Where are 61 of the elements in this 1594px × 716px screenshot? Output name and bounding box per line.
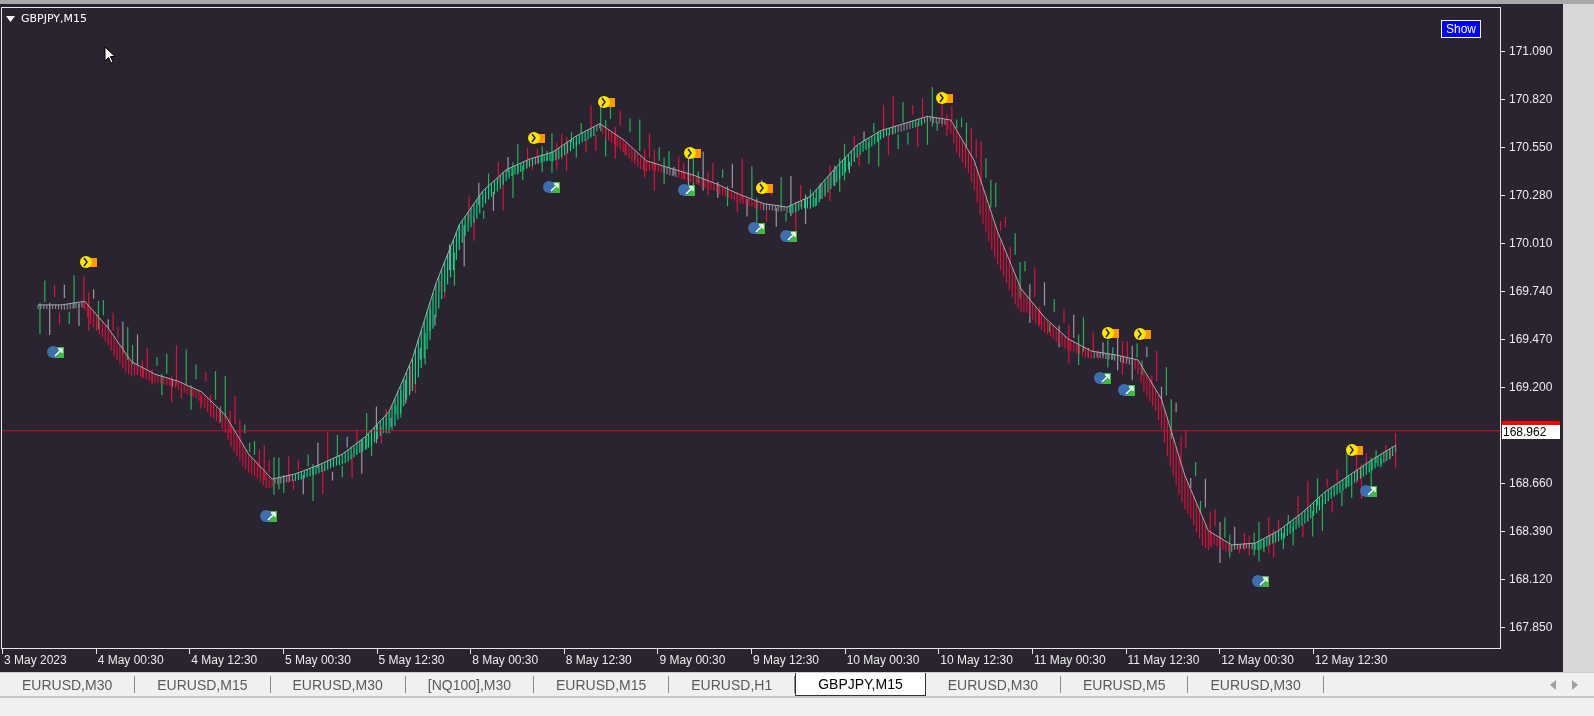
chart-tab[interactable]: EURUSD,M30 bbox=[0, 676, 136, 693]
chart-tab[interactable]: EURUSD,M30 bbox=[1188, 676, 1324, 693]
price-axis-label: 169.470 bbox=[1509, 332, 1553, 347]
price-axis-label: 168.660 bbox=[1509, 476, 1553, 491]
chart-tab[interactable]: GBPJPY,M15 bbox=[795, 673, 926, 696]
dropdown-triangle-icon[interactable] bbox=[6, 15, 15, 22]
time-axis-label: 5 May 00:30 bbox=[284, 653, 351, 667]
price-axis-label: 168.120 bbox=[1509, 572, 1553, 587]
mouse-cursor-icon bbox=[104, 46, 116, 64]
time-axis-label: 11 May 12:30 bbox=[1127, 653, 1200, 667]
arrow-icon bbox=[748, 222, 765, 234]
price-axis-label: 169.200 bbox=[1509, 380, 1553, 395]
signal-icon bbox=[1102, 327, 1119, 339]
show-button[interactable]: Show bbox=[1440, 20, 1481, 38]
arrow-icon bbox=[47, 346, 64, 358]
price-axis-label: 167.850 bbox=[1509, 620, 1553, 635]
signal-icon bbox=[936, 92, 953, 104]
signal-icon bbox=[684, 147, 701, 159]
time-axis-label: 12 May 00:30 bbox=[1221, 653, 1294, 667]
price-axis-label: 170.820 bbox=[1509, 92, 1553, 107]
arrow-icon bbox=[1094, 372, 1111, 384]
arrow-icon bbox=[1252, 575, 1269, 587]
arrow-icon bbox=[780, 230, 797, 242]
time-axis-label: 4 May 00:30 bbox=[97, 653, 164, 667]
time-axis-label: 10 May 12:30 bbox=[940, 653, 1013, 667]
time-axis-label: 11 May 00:30 bbox=[1033, 653, 1106, 667]
time-axis-label: 3 May 2023 bbox=[4, 653, 67, 667]
time-axis-label: 8 May 12:30 bbox=[565, 653, 632, 667]
time-axis-label: 5 May 12:30 bbox=[378, 653, 445, 667]
price-axis-label: 168.390 bbox=[1509, 524, 1553, 539]
chart-tab[interactable]: [NQ100],M30 bbox=[405, 676, 534, 693]
signal-icon bbox=[1346, 444, 1363, 456]
time-axis-label: 4 May 12:30 bbox=[191, 653, 258, 667]
time-axis-label: 12 May 12:30 bbox=[1314, 653, 1388, 667]
price-axis-label: 170.550 bbox=[1509, 140, 1553, 155]
signal-icon bbox=[80, 256, 97, 268]
price-axis-label: 170.010 bbox=[1509, 236, 1553, 251]
signal-icon bbox=[598, 96, 615, 108]
chart-tab[interactable]: EURUSD,M30 bbox=[925, 676, 1061, 693]
signal-icon bbox=[756, 182, 773, 194]
arrow-icon bbox=[260, 510, 277, 522]
time-axis-label: 9 May 12:30 bbox=[753, 653, 820, 667]
chart-tab[interactable]: EURUSD,M15 bbox=[534, 676, 670, 693]
chart-tab[interactable]: EURUSD,M5 bbox=[1061, 676, 1189, 693]
scroll-left-icon[interactable] bbox=[1550, 679, 1556, 690]
time-axis-label: 9 May 00:30 bbox=[659, 653, 726, 667]
price-axis-label: 169.740 bbox=[1509, 284, 1553, 299]
arrow-icon bbox=[678, 184, 695, 196]
scroll-right-icon[interactable] bbox=[1572, 679, 1578, 690]
price-axis-label: 171.090 bbox=[1509, 44, 1553, 59]
arrow-icon bbox=[1360, 485, 1377, 497]
chart-tab[interactable]: EURUSD,M30 bbox=[270, 676, 406, 693]
chart-tab[interactable]: EURUSD,M15 bbox=[135, 676, 271, 693]
signal-icon bbox=[528, 132, 545, 144]
time-axis-label: 10 May 00:30 bbox=[846, 653, 920, 667]
arrow-icon bbox=[543, 181, 560, 193]
chart-symbol: GBPJPY,M15 bbox=[21, 12, 88, 25]
price-axis-label: 170.280 bbox=[1509, 188, 1553, 203]
time-axis-label: 8 May 00:30 bbox=[472, 653, 539, 667]
signal-icon bbox=[1134, 328, 1151, 340]
arrow-icon bbox=[1118, 384, 1135, 396]
